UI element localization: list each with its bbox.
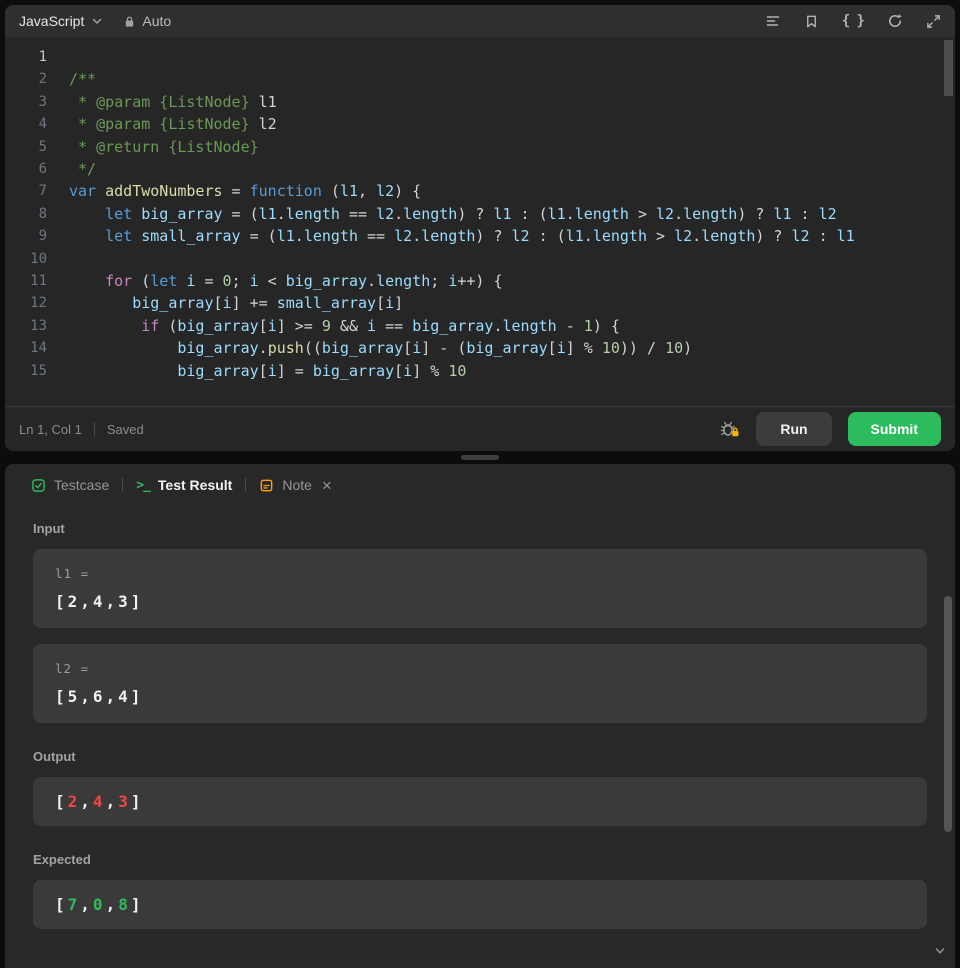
- line-number: 2: [38, 71, 47, 88]
- line-number: 10: [30, 250, 47, 267]
- line-number: 1: [38, 49, 47, 65]
- line-number: 13: [30, 317, 47, 334]
- debugger-bug-lock-icon[interactable]: [720, 420, 740, 438]
- close-note-tab-icon[interactable]: ×: [322, 477, 332, 494]
- expected-box: [7,0,8]: [33, 880, 927, 929]
- line-number: 6: [38, 161, 47, 178]
- saved-status: Saved: [106, 421, 144, 437]
- statusbar-divider: [93, 422, 95, 436]
- code-line[interactable]: 11 for (let i = 0; i < big_array.length;…: [5, 270, 955, 292]
- code-area[interactable]: 1 2/** 3 * @param {ListNode} l1 4 * @param …: [5, 37, 955, 406]
- line-number: 8: [38, 205, 47, 222]
- editor-header: JavaScript Auto { }: [5, 5, 955, 37]
- expected-value: [7,0,8]: [55, 895, 144, 914]
- input-l2-box: l2 = [5,6,4]: [33, 644, 927, 723]
- tab-label: Note: [282, 477, 312, 493]
- braces-icon[interactable]: { }: [842, 13, 865, 29]
- code-line[interactable]: 13 if (big_array[i] >= 9 && i == big_arr…: [5, 315, 955, 337]
- auto-mode-toggle[interactable]: Auto: [123, 13, 171, 29]
- cursor-position: Ln 1, Col 1: [19, 421, 82, 437]
- input-l1-value: [2,4,3]: [55, 592, 144, 611]
- tab-label: Test Result: [157, 477, 233, 493]
- language-selector[interactable]: JavaScript: [19, 13, 103, 29]
- tab-divider: [122, 478, 124, 492]
- code-line[interactable]: 10: [5, 248, 955, 270]
- code-line[interactable]: 7 var addTwoNumbers = function (l1, l2) {: [5, 180, 955, 202]
- note-icon: [259, 478, 274, 493]
- output-section-label: Output: [33, 749, 76, 764]
- lock-icon: [123, 15, 136, 28]
- panel-resize-handle[interactable]: [461, 455, 499, 460]
- code-line[interactable]: 5 * @return {ListNode}: [5, 136, 955, 158]
- line-number: 7: [38, 183, 47, 200]
- editor-actions: Run Submit: [720, 412, 941, 446]
- code-line[interactable]: 2/**: [5, 68, 955, 90]
- line-number: 4: [38, 116, 47, 133]
- code-line[interactable]: 8 let big_array = (l1.length == l2.lengt…: [5, 203, 955, 225]
- screen: JavaScript Auto { } 1 2 /** 3 * @param {…: [0, 0, 960, 968]
- code-line[interactable]: 14 big_array.push((big_array[i] - (big_a…: [5, 337, 955, 359]
- tab-divider: [245, 478, 247, 492]
- code-line[interactable]: 3 * @param {ListNode} l1: [5, 91, 955, 113]
- line-number: 9: [38, 228, 47, 245]
- line-number: 15: [30, 362, 47, 379]
- scroll-down-chevron-icon[interactable]: [933, 944, 947, 963]
- terminal-icon: >_: [136, 477, 151, 493]
- expected-section-label: Expected: [33, 852, 91, 867]
- auto-label: Auto: [142, 13, 172, 29]
- test-result-body: Input l1 = [2,4,3] l2 = [5,6,4] Output […: [5, 506, 955, 943]
- checkbox-icon: [31, 478, 46, 493]
- input-l2-label: l2 =: [55, 661, 90, 676]
- output-box: [2,4,3]: [33, 777, 927, 826]
- run-button[interactable]: Run: [756, 412, 832, 446]
- panel-gap: [0, 451, 960, 464]
- code-line[interactable]: 4 * @param {ListNode} l2: [5, 113, 955, 135]
- tab-note[interactable]: Note: [251, 477, 320, 493]
- result-tabbar: Testcase >_ Test Result Note ×: [5, 464, 955, 506]
- line-number: 12: [30, 295, 47, 312]
- result-scrollbar[interactable]: [944, 596, 952, 832]
- line-number: 14: [30, 340, 47, 357]
- result-panel: Testcase >_ Test Result Note × Input l1 …: [5, 464, 955, 968]
- input-l2-value: [5,6,4]: [55, 687, 144, 706]
- bookmark-icon[interactable]: [804, 14, 819, 29]
- output-value: [2,4,3]: [55, 792, 144, 811]
- input-section-label: Input: [33, 521, 65, 536]
- chevron-down-icon: [91, 15, 103, 27]
- input-l1-label: l1 =: [55, 566, 90, 581]
- code-line[interactable]: 6 */: [5, 158, 955, 180]
- tab-label: Testcase: [54, 477, 110, 493]
- editor-statusbar: Ln 1, Col 1 Saved Run Submit: [5, 406, 955, 451]
- code-lines: 1 2/** 3 * @param {ListNode} l1 4 * @param …: [5, 46, 955, 382]
- collapse-icon[interactable]: [926, 14, 941, 29]
- line-number: 3: [38, 93, 47, 110]
- tab-test-result[interactable]: >_ Test Result: [128, 477, 240, 493]
- code-line[interactable]: 1: [5, 46, 955, 68]
- code-editor-panel: JavaScript Auto { } 1 2 /** 3 * @param {…: [5, 5, 955, 451]
- editor-scrollbar[interactable]: [944, 40, 953, 96]
- code-line[interactable]: 15 big_array[i] = big_array[i] % 10: [5, 360, 955, 382]
- tab-testcase[interactable]: Testcase: [23, 477, 117, 493]
- line-number: 11: [30, 273, 47, 290]
- code-line[interactable]: 12 big_array[i] += small_array[i]: [5, 292, 955, 314]
- code-line[interactable]: 9 let small_array = (l1.length == l2.len…: [5, 225, 955, 247]
- editor-header-actions: { }: [765, 13, 941, 29]
- reset-icon[interactable]: [887, 13, 903, 29]
- input-l1-box: l1 = [2,4,3]: [33, 549, 927, 628]
- language-label: JavaScript: [19, 13, 85, 29]
- line-number: 5: [38, 138, 47, 155]
- format-lines-icon[interactable]: [765, 13, 781, 29]
- submit-button[interactable]: Submit: [847, 412, 941, 446]
